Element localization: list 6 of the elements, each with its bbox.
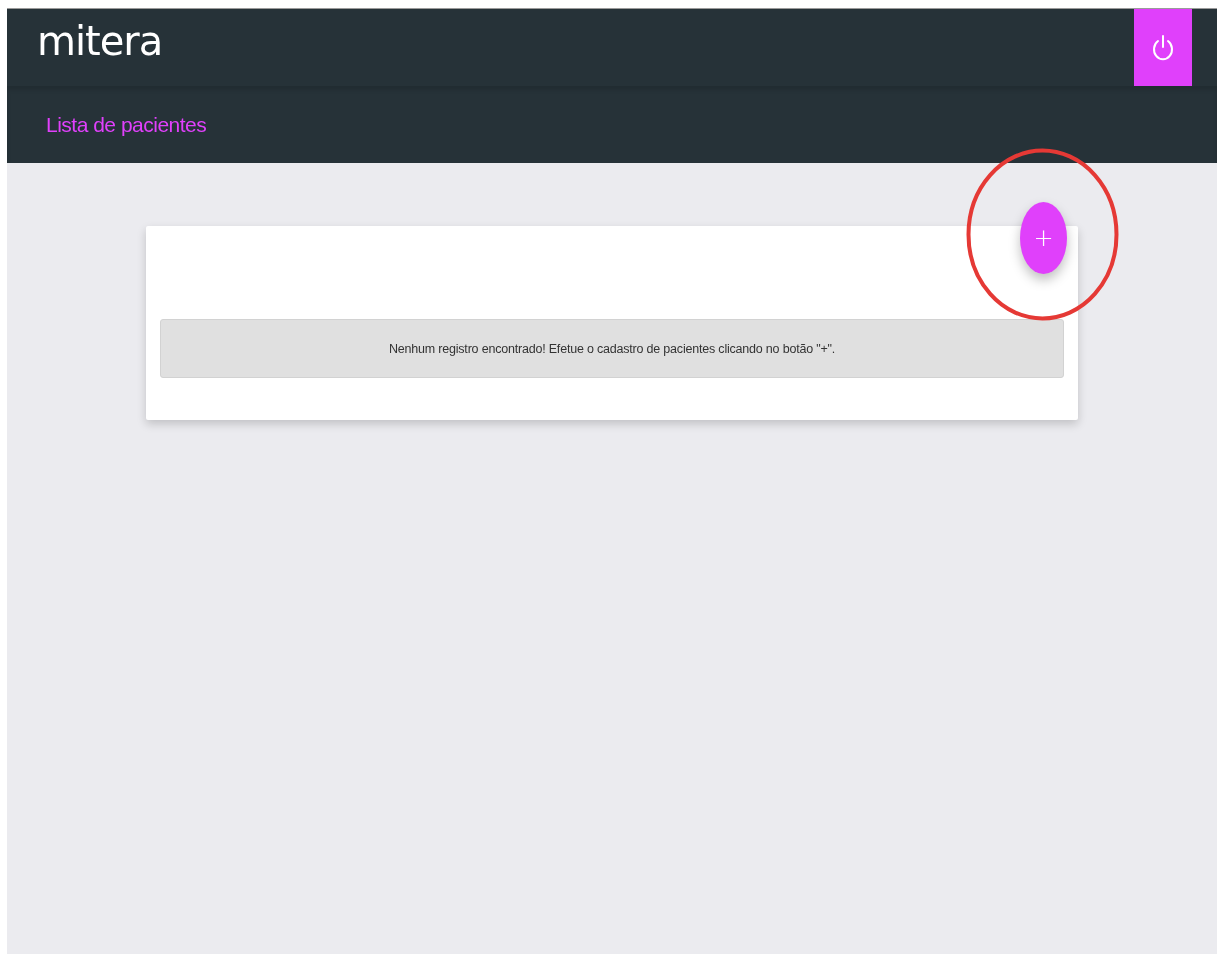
- empty-message: Nenhum registro encontrado! Efetue o cadastro de pacientes clicando no botão "+".: [160, 319, 1064, 378]
- logo: mitera: [37, 20, 163, 66]
- add-button[interactable]: +: [1020, 202, 1067, 274]
- page-title: Lista de pacientes: [46, 112, 207, 137]
- power-button[interactable]: [1134, 9, 1192, 86]
- power-icon: [1152, 33, 1174, 62]
